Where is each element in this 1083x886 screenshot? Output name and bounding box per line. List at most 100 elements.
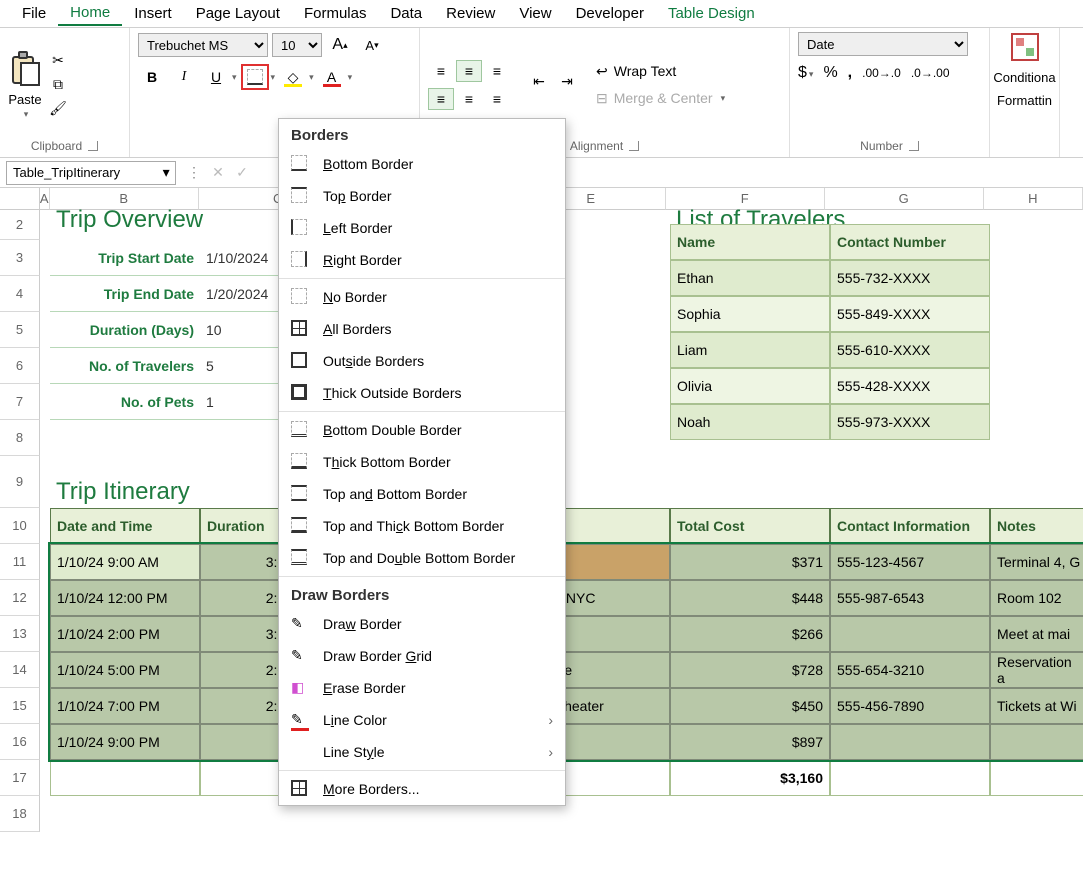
row-4[interactable]: 4 [0, 276, 40, 312]
row-2[interactable]: 2 [0, 210, 40, 240]
menu-draw-border-grid[interactable]: ✎Draw Border Grid [279, 640, 565, 672]
enter-icon[interactable]: ✓ [230, 164, 254, 181]
row-11[interactable]: 11 [0, 544, 40, 580]
wrap-text-icon: ↩ [596, 63, 608, 80]
comma-icon[interactable]: , [848, 64, 852, 82]
namebox-expand-icon[interactable]: ⋮ [182, 164, 206, 181]
row-14[interactable]: 14 [0, 652, 40, 688]
row-15[interactable]: 15 [0, 688, 40, 724]
row-18[interactable]: 18 [0, 796, 40, 832]
font-color-dropdown[interactable]: ▾ [348, 72, 353, 83]
align-middle-icon[interactable]: ≡ [456, 60, 482, 82]
italic-button[interactable]: I [170, 64, 198, 90]
it-r2-contact: 555-987-6543 [830, 580, 990, 616]
copy-icon[interactable]: ⧉ [50, 77, 66, 93]
merge-center-button[interactable]: ⊟Merge & Center▾ [596, 90, 725, 107]
eraser-icon: ◧ [291, 679, 309, 697]
row-13[interactable]: 13 [0, 616, 40, 652]
menu-bottom-double-border[interactable]: Bottom Double Border [279, 414, 565, 446]
menu-right-border[interactable]: Right Border [279, 244, 565, 276]
number-dialog-launcher[interactable] [909, 141, 919, 151]
tab-insert[interactable]: Insert [122, 2, 184, 25]
menu-thick-bottom-border[interactable]: Thick Bottom Border [279, 446, 565, 478]
menu-draw-border[interactable]: ✎Draw Border [279, 608, 565, 640]
row-17[interactable]: 17 [0, 760, 40, 796]
align-top-icon[interactable]: ≡ [428, 60, 454, 82]
increase-font-icon[interactable]: A▴ [326, 32, 354, 58]
tab-formulas[interactable]: Formulas [292, 2, 379, 25]
menu-top-thick-bottom-border[interactable]: Top and Thick Bottom Border [279, 510, 565, 542]
name-box[interactable]: ▾ [6, 161, 176, 185]
menu-left-border[interactable]: Left Border [279, 212, 565, 244]
currency-icon[interactable]: $▾ [798, 64, 813, 82]
menu-line-color[interactable]: ✎Line Color› [279, 704, 565, 736]
font-size-select[interactable]: 10 [272, 33, 322, 57]
percent-icon[interactable]: % [823, 64, 837, 82]
menu-more-borders[interactable]: More Borders... [279, 773, 565, 805]
menu-all-borders[interactable]: All Borders [279, 313, 565, 345]
tab-file[interactable]: File [10, 2, 58, 25]
row-9[interactable]: 9 [0, 456, 40, 508]
menu-erase-border[interactable]: ◧Erase Border [279, 672, 565, 704]
underline-button[interactable]: U [202, 64, 230, 90]
cut-icon[interactable]: ✂ [50, 53, 66, 69]
align-left-icon[interactable]: ≡ [428, 88, 454, 110]
cancel-icon[interactable]: ✕ [206, 164, 230, 181]
underline-dropdown[interactable]: ▾ [232, 72, 237, 83]
tab-table-design[interactable]: Table Design [656, 2, 767, 25]
alignment-dialog-launcher[interactable] [629, 141, 639, 151]
align-bottom-icon[interactable]: ≡ [484, 60, 510, 82]
group-clipboard: Paste ▾ ✂ ⧉ 🖌 Clipboard [0, 28, 130, 157]
menu-bottom-border[interactable]: Bottom Border [279, 148, 565, 180]
decrease-decimal-icon[interactable]: .0→.00 [911, 66, 950, 80]
name-box-dropdown[interactable]: ▾ [157, 164, 175, 181]
borders-button[interactable] [241, 64, 269, 90]
font-color-button[interactable]: A [318, 64, 346, 90]
row-10[interactable]: 10 [0, 508, 40, 544]
paste-label: Paste [8, 92, 41, 107]
bold-button[interactable]: B [138, 64, 166, 90]
fill-color-dropdown[interactable]: ▾ [309, 72, 314, 83]
wrap-text-button[interactable]: ↩Wrap Text [596, 63, 725, 80]
borders-dropdown[interactable]: ▾ [271, 72, 276, 83]
conditional-formatting-icon[interactable] [1010, 32, 1040, 62]
tab-review[interactable]: Review [434, 2, 507, 25]
tab-home[interactable]: Home [58, 1, 122, 26]
number-format-select[interactable]: Date [798, 32, 968, 56]
row-3[interactable]: 3 [0, 240, 40, 276]
menu-outside-borders[interactable]: Outside Borders [279, 345, 565, 377]
decrease-font-icon[interactable]: A▾ [358, 32, 386, 58]
tab-developer[interactable]: Developer [564, 2, 656, 25]
font-name-select[interactable]: Trebuchet MS [138, 33, 268, 57]
select-all-corner[interactable] [0, 188, 40, 210]
menu-top-bottom-border[interactable]: Top and Bottom Border [279, 478, 565, 510]
increase-indent-icon[interactable]: ⇥ [554, 71, 580, 93]
tab-view[interactable]: View [507, 2, 563, 25]
it-r5-notes: Tickets at Wi [990, 688, 1083, 724]
row-6[interactable]: 6 [0, 348, 40, 384]
row-12[interactable]: 12 [0, 580, 40, 616]
menu-top-double-bottom-border[interactable]: Top and Double Bottom Border [279, 542, 565, 574]
menu-top-border[interactable]: Top Border [279, 180, 565, 212]
format-painter-icon[interactable]: 🖌 [50, 101, 66, 117]
paste-button[interactable]: Paste ▾ [8, 50, 42, 120]
align-right-icon[interactable]: ≡ [484, 88, 510, 110]
name-box-input[interactable] [7, 165, 157, 180]
menu-thick-outside-borders[interactable]: Thick Outside Borders [279, 377, 565, 409]
menu-no-border[interactable]: No Border [279, 281, 565, 313]
decrease-indent-icon[interactable]: ⇤ [526, 71, 552, 93]
tab-data[interactable]: Data [378, 2, 434, 25]
fill-color-button[interactable]: ◇ [279, 64, 307, 90]
row-5[interactable]: 5 [0, 312, 40, 348]
increase-decimal-icon[interactable]: .00→.0 [862, 66, 901, 80]
paste-dropdown[interactable]: ▾ [24, 109, 29, 120]
menu-line-style[interactable]: Line Style› [279, 736, 565, 768]
tab-page-layout[interactable]: Page Layout [184, 2, 292, 25]
col-a[interactable]: A [40, 188, 50, 210]
row-7[interactable]: 7 [0, 384, 40, 420]
row-16[interactable]: 16 [0, 724, 40, 760]
align-center-icon[interactable]: ≡ [456, 88, 482, 110]
row-8[interactable]: 8 [0, 420, 40, 456]
clipboard-dialog-launcher[interactable] [88, 141, 98, 151]
col-h[interactable]: H [984, 188, 1083, 210]
